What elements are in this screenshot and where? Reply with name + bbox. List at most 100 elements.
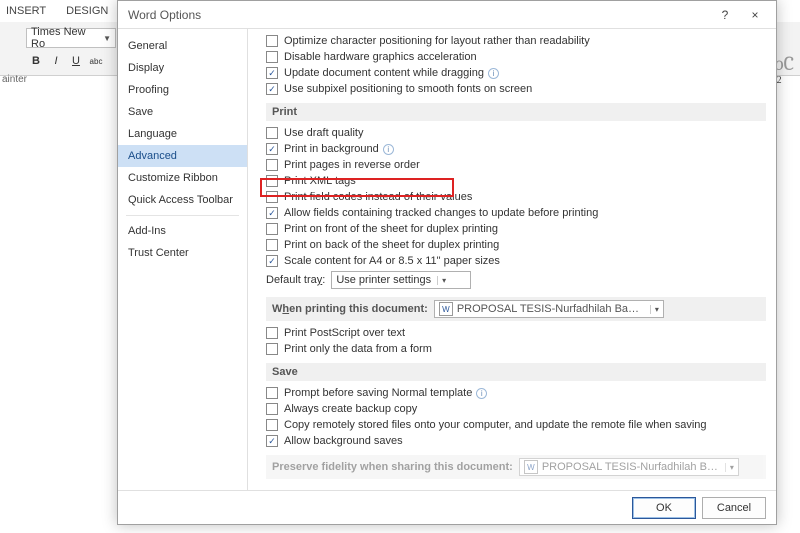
checkbox[interactable] bbox=[266, 35, 278, 47]
checkbox[interactable] bbox=[266, 191, 278, 203]
when-printing-doc-value: PROPOSAL TESIS-Nurfadhilah Bahar - Re... bbox=[457, 303, 644, 315]
option-label: Print on front of the sheet for duplex p… bbox=[284, 223, 498, 235]
word-doc-icon: W bbox=[439, 302, 453, 316]
option-row: Print only the data from a form bbox=[266, 341, 766, 357]
ribbon-tab-design[interactable]: DESIGN bbox=[66, 5, 108, 17]
checkbox[interactable] bbox=[266, 387, 278, 399]
option-label: Prompt before saving Normal template bbox=[284, 387, 472, 399]
option-label: Print only the data from a form bbox=[284, 343, 432, 355]
checkbox[interactable] bbox=[266, 343, 278, 355]
chevron-down-icon: ▾ bbox=[650, 305, 659, 314]
sidebar-item-display[interactable]: Display bbox=[118, 57, 247, 79]
option-row: Print pages in reverse order bbox=[266, 157, 766, 173]
checkbox[interactable] bbox=[266, 435, 278, 447]
sidebar-item-advanced[interactable]: Advanced bbox=[118, 145, 247, 167]
option-label: Update document content while dragging bbox=[284, 67, 484, 79]
option-row: Print on back of the sheet for duplex pr… bbox=[266, 237, 766, 253]
ok-button[interactable]: OK bbox=[632, 497, 696, 519]
italic-button[interactable]: I bbox=[46, 51, 66, 71]
option-label: Allow background saves bbox=[284, 435, 403, 447]
checkbox[interactable] bbox=[266, 67, 278, 79]
option-label: Always create backup copy bbox=[284, 403, 417, 415]
default-tray-label: Default tray: bbox=[266, 274, 325, 286]
font-name-value: Times New Ro bbox=[31, 26, 99, 50]
sidebar-item-add-ins[interactable]: Add-Ins bbox=[118, 220, 247, 242]
option-label: Print field codes instead of their value… bbox=[284, 191, 472, 203]
underline-button[interactable]: U bbox=[66, 51, 86, 71]
option-label: Disable hardware graphics acceleration bbox=[284, 51, 477, 63]
option-row: Print XML tags bbox=[266, 173, 766, 189]
checkbox[interactable] bbox=[266, 223, 278, 235]
chevron-down-icon: ▾ bbox=[725, 463, 734, 472]
option-label: Print XML tags bbox=[284, 175, 356, 187]
option-label: Optimize character positioning for layou… bbox=[284, 35, 590, 47]
save-section-header: Save bbox=[266, 363, 766, 381]
help-button[interactable]: ? bbox=[710, 4, 740, 26]
option-row: Print in backgroundi bbox=[266, 141, 766, 157]
checkbox[interactable] bbox=[266, 51, 278, 63]
preserve-fidelity-header: Preserve fidelity when sharing this docu… bbox=[266, 455, 766, 479]
option-row: Allow background saves bbox=[266, 433, 766, 449]
option-row: Disable hardware graphics acceleration bbox=[266, 49, 766, 65]
info-icon[interactable]: i bbox=[383, 144, 394, 155]
option-row: Use draft quality bbox=[266, 125, 766, 141]
checkbox[interactable] bbox=[266, 83, 278, 95]
word-options-dialog: Word Options ? × GeneralDisplayProofingS… bbox=[117, 0, 777, 525]
option-row: Prompt before saving Normal template i bbox=[266, 385, 766, 401]
checkbox[interactable] bbox=[266, 239, 278, 251]
option-row: Print field codes instead of their value… bbox=[266, 189, 766, 205]
when-printing-doc-select[interactable]: W PROPOSAL TESIS-Nurfadhilah Bahar - Re.… bbox=[434, 300, 664, 318]
option-row: Copy remotely stored files onto your com… bbox=[266, 417, 766, 433]
dialog-footer: OK Cancel bbox=[118, 490, 776, 524]
dialog-title: Word Options bbox=[128, 8, 201, 22]
sidebar-item-customize-ribbon[interactable]: Customize Ribbon bbox=[118, 167, 247, 189]
sidebar-item-language[interactable]: Language bbox=[118, 123, 247, 145]
option-label: Copy remotely stored files onto your com… bbox=[284, 419, 707, 431]
checkbox[interactable] bbox=[266, 419, 278, 431]
format-painter-label: ainter bbox=[2, 74, 27, 85]
option-row: Scale content for A4 or 8.5 x 11" paper … bbox=[266, 253, 766, 269]
font-name-combo[interactable]: Times New Ro▼ bbox=[26, 28, 116, 48]
bold-button[interactable]: B bbox=[26, 51, 46, 71]
info-icon[interactable]: i bbox=[488, 68, 499, 79]
option-label: Print pages in reverse order bbox=[284, 159, 420, 171]
ribbon-tab-insert[interactable]: INSERT bbox=[6, 5, 46, 17]
option-label: Use subpixel positioning to smooth fonts… bbox=[284, 83, 532, 95]
options-sidebar: GeneralDisplayProofingSaveLanguageAdvanc… bbox=[118, 29, 248, 490]
option-row: Use subpixel positioning to smooth fonts… bbox=[266, 81, 766, 97]
sidebar-item-general[interactable]: General bbox=[118, 35, 247, 57]
chevron-down-icon: ▾ bbox=[437, 276, 446, 285]
close-button[interactable]: × bbox=[740, 4, 770, 26]
checkbox[interactable] bbox=[266, 143, 278, 155]
option-label: Scale content for A4 or 8.5 x 11" paper … bbox=[284, 255, 500, 267]
print-section-header: Print bbox=[266, 103, 766, 121]
checkbox[interactable] bbox=[266, 327, 278, 339]
checkbox[interactable] bbox=[266, 207, 278, 219]
info-icon[interactable]: i bbox=[476, 388, 487, 399]
option-label: Print on back of the sheet for duplex pr… bbox=[284, 239, 499, 251]
preserve-fidelity-label: Preserve fidelity when sharing this docu… bbox=[272, 461, 513, 473]
option-row: Print PostScript over text bbox=[266, 325, 766, 341]
sidebar-item-trust-center[interactable]: Trust Center bbox=[118, 242, 247, 264]
sidebar-item-quick-access-toolbar[interactable]: Quick Access Toolbar bbox=[118, 189, 247, 211]
checkbox[interactable] bbox=[266, 403, 278, 415]
checkbox[interactable] bbox=[266, 159, 278, 171]
option-label: Use draft quality bbox=[284, 127, 363, 139]
option-row: Optimize character positioning for layou… bbox=[266, 33, 766, 49]
default-tray-select[interactable]: Use printer settings ▾ bbox=[331, 271, 471, 289]
sidebar-item-save[interactable]: Save bbox=[118, 101, 247, 123]
when-printing-section-header: When printing this document: W PROPOSAL … bbox=[266, 297, 766, 321]
checkbox[interactable] bbox=[266, 175, 278, 187]
checkbox[interactable] bbox=[266, 255, 278, 267]
checkbox[interactable] bbox=[266, 127, 278, 139]
options-content: Optimize character positioning for layou… bbox=[248, 29, 776, 490]
default-tray-value: Use printer settings bbox=[336, 274, 431, 286]
sidebar-item-proofing[interactable]: Proofing bbox=[118, 79, 247, 101]
strikethrough-button[interactable]: abc bbox=[86, 51, 106, 71]
cancel-button[interactable]: Cancel bbox=[702, 497, 766, 519]
option-row: Update document content while dragging i bbox=[266, 65, 766, 81]
option-row: Always create backup copy bbox=[266, 401, 766, 417]
preserve-fidelity-doc-select[interactable]: W PROPOSAL TESIS-Nurfadhilah Bahar - Re.… bbox=[519, 458, 739, 476]
option-label: Allow fields containing tracked changes … bbox=[284, 207, 598, 219]
word-doc-icon: W bbox=[524, 460, 538, 474]
